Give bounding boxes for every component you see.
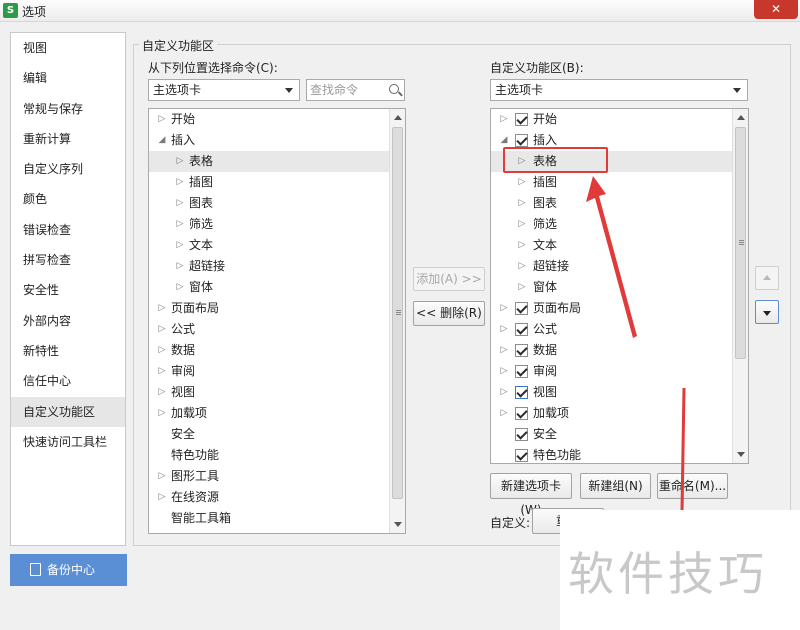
watermark-text: 软件技巧: [568, 547, 768, 601]
annotation-arrow-icon: [586, 176, 637, 338]
annotation-line: [680, 387, 686, 513]
